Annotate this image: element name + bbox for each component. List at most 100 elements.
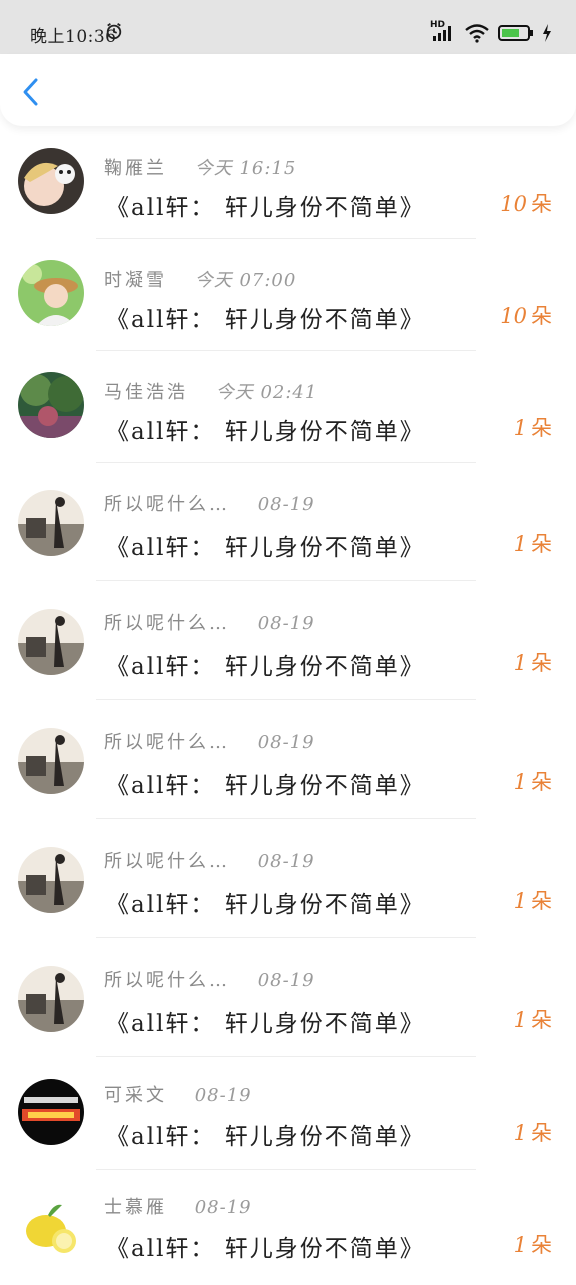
- status-bar: 晚上10:36 HD: [0, 0, 576, 54]
- charging-icon: [543, 24, 551, 42]
- record-time: 08-19: [257, 970, 315, 991]
- gift-count-value: 1: [513, 416, 527, 440]
- gift-title: 《all轩： 轩儿身份不简单》: [106, 1124, 425, 1150]
- divider: [96, 818, 476, 819]
- avatar[interactable]: [18, 966, 84, 1032]
- chevron-left-icon: [23, 78, 38, 106]
- user-name[interactable]: 士慕雁: [104, 1197, 167, 1218]
- gift-count: 1朵: [514, 1117, 552, 1151]
- alarm-icon: [106, 23, 122, 40]
- record-meta: 所以呢什么… 08-19: [104, 490, 315, 516]
- record-meta: 所以呢什么… 08-19: [104, 847, 315, 873]
- gift-title: 《all轩： 轩儿身份不简单》: [106, 535, 425, 561]
- divider: [96, 1169, 476, 1170]
- gift-count: 1朵: [514, 885, 552, 919]
- divider: [96, 937, 476, 938]
- back-button[interactable]: [14, 72, 50, 108]
- user-name[interactable]: 可采文: [104, 1085, 167, 1106]
- user-name[interactable]: 所以呢什么…: [104, 970, 230, 991]
- gift-count-value: 1: [513, 532, 527, 556]
- avatar[interactable]: [18, 490, 84, 556]
- record-meta: 可采文 08-19: [104, 1081, 252, 1107]
- list-item[interactable]: 马佳浩浩 今天 02:41 《all轩： 轩儿身份不简单》 1朵: [0, 354, 576, 466]
- user-name[interactable]: 所以呢什么…: [104, 613, 230, 634]
- divider: [96, 699, 476, 700]
- list-item[interactable]: 士慕雁 08-19 《all轩： 轩儿身份不简单》 1朵: [0, 1173, 576, 1285]
- gift-count-value: 10: [500, 192, 527, 216]
- record-time: 08-19: [257, 613, 315, 634]
- gift-count-value: 1: [513, 651, 527, 675]
- gift-title: 《all轩： 轩儿身份不简单》: [106, 195, 425, 221]
- avatar[interactable]: [18, 372, 84, 438]
- gift-count: 1朵: [514, 766, 552, 800]
- status-icons: [432, 20, 552, 46]
- avatar[interactable]: [18, 847, 84, 913]
- gift-count-unit: 朵: [531, 192, 552, 216]
- gift-title: 《all轩： 轩儿身份不简单》: [106, 773, 425, 799]
- gift-count-unit: 朵: [531, 304, 552, 328]
- list-item[interactable]: 所以呢什么… 08-19 《all轩： 轩儿身份不简单》 1朵: [0, 704, 576, 819]
- top-nav-bar: [0, 54, 576, 126]
- record-time: 今天 02:41: [215, 382, 318, 403]
- gift-count-unit: 朵: [531, 416, 552, 440]
- gift-count-value: 10: [500, 304, 527, 328]
- gift-count-unit: 朵: [531, 889, 552, 913]
- avatar[interactable]: [18, 1193, 84, 1259]
- user-name[interactable]: 所以呢什么…: [104, 732, 230, 753]
- record-meta: 鞠雁兰 今天 16:15: [104, 154, 296, 180]
- avatar[interactable]: [18, 1079, 84, 1145]
- record-meta: 所以呢什么… 08-19: [104, 966, 315, 992]
- user-name[interactable]: 马佳浩浩: [104, 382, 188, 403]
- gift-count-unit: 朵: [531, 1008, 552, 1032]
- record-time: 08-19: [194, 1085, 252, 1106]
- user-name[interactable]: 所以呢什么…: [104, 851, 230, 872]
- list-item[interactable]: 所以呢什么… 08-19 《all轩： 轩儿身份不简单》 1朵: [0, 823, 576, 938]
- divider: [96, 580, 476, 581]
- list-item[interactable]: 所以呢什么… 08-19 《all轩： 轩儿身份不简单》 1朵: [0, 585, 576, 700]
- record-meta: 所以呢什么… 08-19: [104, 609, 315, 635]
- record-time: 08-19: [194, 1197, 252, 1218]
- user-name[interactable]: 时凝雪: [104, 270, 167, 291]
- status-time: 晚上10:36: [30, 27, 117, 47]
- avatar[interactable]: [18, 260, 84, 326]
- list-item[interactable]: 所以呢什么… 08-19 《all轩： 轩儿身份不简单》 1朵: [0, 942, 576, 1057]
- avatar[interactable]: [18, 728, 84, 794]
- list-item[interactable]: 可采文 08-19 《all轩： 轩儿身份不简单》 1朵: [0, 1061, 576, 1173]
- avatar[interactable]: [18, 609, 84, 675]
- list-item[interactable]: 所以呢什么… 08-19 《all轩： 轩儿身份不简单》 1朵: [0, 466, 576, 581]
- gift-title: 《all轩： 轩儿身份不简单》: [106, 654, 425, 680]
- record-meta: 所以呢什么… 08-19: [104, 728, 315, 754]
- record-time: 08-19: [257, 851, 315, 872]
- record-meta: 马佳浩浩 今天 02:41: [104, 378, 317, 404]
- gift-title: 《all轩： 轩儿身份不简单》: [106, 307, 425, 333]
- record-time: 今天 16:15: [194, 158, 297, 179]
- avatar[interactable]: [18, 148, 84, 214]
- gift-count-value: 1: [513, 1121, 527, 1145]
- divider: [96, 1056, 476, 1057]
- gift-count: 10 朵: [500, 300, 552, 334]
- list-item[interactable]: 时凝雪 今天 07:00 《all轩： 轩儿身份不简单》 10 朵: [0, 242, 576, 354]
- gift-title: 《all轩： 轩儿身份不简单》: [106, 419, 425, 445]
- divider: [96, 350, 476, 351]
- user-name[interactable]: 鞠雁兰: [104, 158, 167, 179]
- gift-count: 1朵: [514, 1004, 552, 1038]
- gift-count: 1朵: [514, 647, 552, 681]
- gift-count: 10 朵: [500, 188, 552, 222]
- gift-count: 1朵: [514, 1229, 552, 1263]
- gift-count: 1朵: [514, 412, 552, 446]
- gift-title: 《all轩： 轩儿身份不简单》: [106, 892, 425, 918]
- signal-icon: [433, 26, 451, 41]
- gift-count-value: 1: [513, 770, 527, 794]
- record-time: 今天 07:00: [194, 270, 297, 291]
- gift-count-value: 1: [513, 1008, 527, 1032]
- gift-count-value: 1: [513, 1233, 527, 1257]
- user-name[interactable]: 所以呢什么…: [104, 494, 230, 515]
- list-item[interactable]: 鞠雁兰 今天 16:15 《all轩： 轩儿身份不简单》 10 朵: [0, 130, 576, 242]
- gift-count-unit: 朵: [531, 1233, 552, 1257]
- battery-icon: [498, 25, 533, 41]
- gift-title: 《all轩： 轩儿身份不简单》: [106, 1011, 425, 1037]
- gift-count-unit: 朵: [531, 532, 552, 556]
- divider: [96, 238, 476, 239]
- record-time: 08-19: [257, 732, 315, 753]
- record-meta: 时凝雪 今天 07:00: [104, 266, 296, 292]
